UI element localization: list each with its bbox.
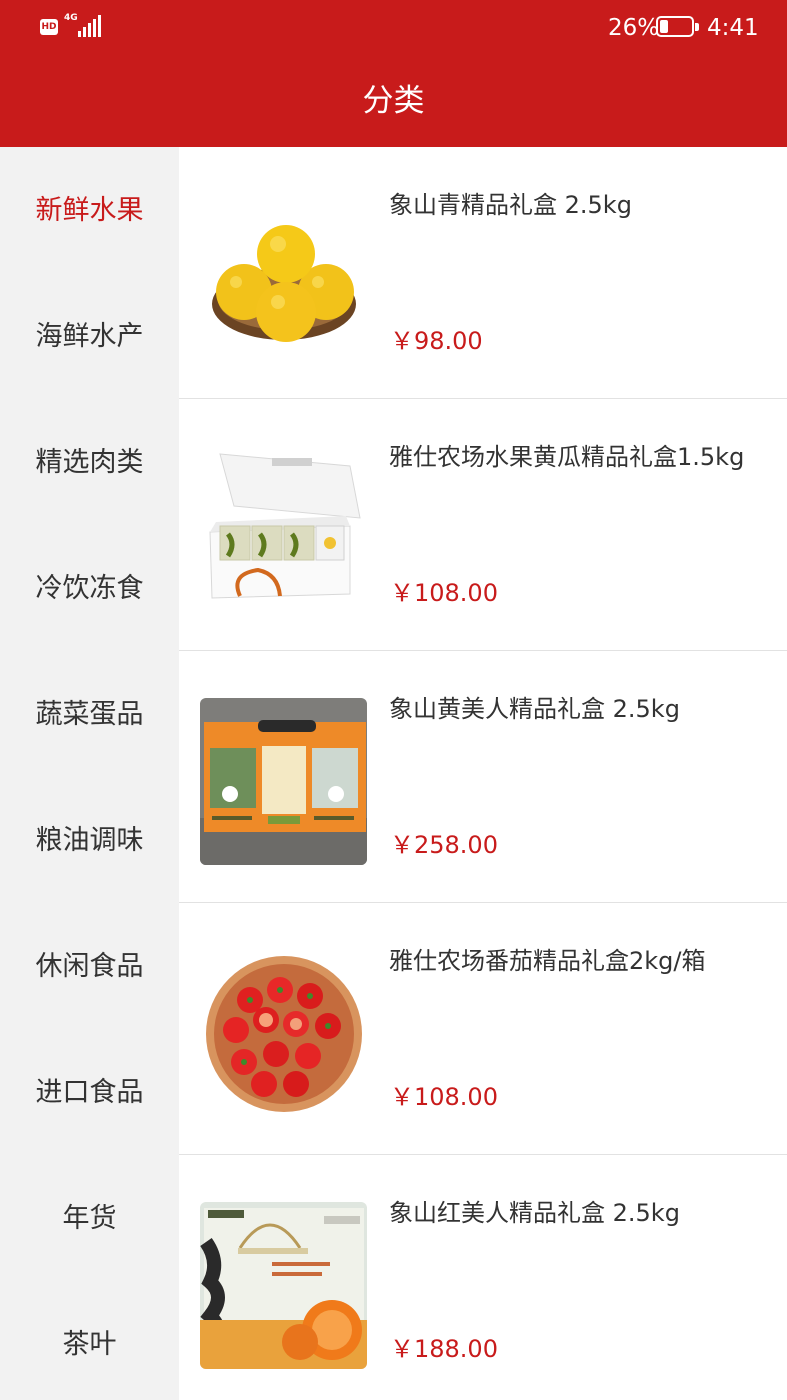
product-card[interactable]: 象山青精品礼盒 2.5kg ￥98.00 (179, 147, 787, 399)
category-item-imported[interactable]: 进口食品 (0, 1029, 179, 1155)
category-item-new-year-goods[interactable]: 年货 (0, 1155, 179, 1281)
product-name: 象山红美人精品礼盒 2.5kg (389, 1199, 680, 1227)
product-image-red-beauty-gift-box (200, 1202, 367, 1369)
app-header: HD 4G 26% 4:41 分类 (0, 0, 787, 147)
product-card[interactable]: 象山黄美人精品礼盒 2.5kg ￥258.00 (179, 651, 787, 903)
product-name: 象山青精品礼盒 2.5kg (389, 191, 632, 219)
product-price: ￥98.00 (390, 327, 483, 355)
product-price: ￥108.00 (390, 1083, 498, 1111)
battery-icon (656, 16, 699, 37)
clock: 4:41 (707, 15, 759, 41)
product-card[interactable]: 象山红美人精品礼盒 2.5kg ￥188.00 (179, 1155, 787, 1400)
product-price: ￥108.00 (390, 579, 498, 607)
product-card[interactable]: 雅仕农场番茄精品礼盒2kg/箱 ￥108.00 (179, 903, 787, 1155)
category-item-fresh-fruit[interactable]: 新鲜水果 (0, 147, 179, 273)
product-image-yellow-citrus (200, 194, 367, 361)
product-list: 象山青精品礼盒 2.5kg ￥98.00 雅仕农场水果黄瓜精品礼盒1.5kg ￥… (179, 147, 787, 1400)
page-title: 分类 (362, 83, 425, 119)
category-item-grain-oil[interactable]: 粮油调味 (0, 777, 179, 903)
product-image-orange-gift-box (200, 698, 367, 865)
battery-percent: 26% (608, 15, 660, 41)
product-name: 雅仕农场番茄精品礼盒2kg/箱 (389, 947, 706, 975)
category-sidebar: 新鲜水果 海鲜水产 精选肉类 冷饮冻食 蔬菜蛋品 粮油调味 休闲食品 进口食品 … (0, 147, 179, 1400)
category-item-tea[interactable]: 茶叶 (0, 1281, 179, 1400)
signal-icon (78, 15, 102, 37)
status-bar: HD 4G 26% 4:41 (0, 0, 787, 56)
product-price: ￥188.00 (390, 1335, 498, 1363)
product-image-white-gift-box (200, 446, 367, 613)
category-item-vegetables-eggs[interactable]: 蔬菜蛋品 (0, 651, 179, 777)
product-image-cherry-tomato-bowl (200, 950, 367, 1117)
hd-icon: HD (40, 19, 58, 35)
category-item-meat[interactable]: 精选肉类 (0, 399, 179, 525)
product-card[interactable]: 雅仕农场水果黄瓜精品礼盒1.5kg ￥108.00 (179, 399, 787, 651)
category-item-seafood[interactable]: 海鲜水产 (0, 273, 179, 399)
category-item-snacks[interactable]: 休闲食品 (0, 903, 179, 1029)
product-name: 雅仕农场水果黄瓜精品礼盒1.5kg (389, 443, 745, 471)
category-item-frozen[interactable]: 冷饮冻食 (0, 525, 179, 651)
product-name: 象山黄美人精品礼盒 2.5kg (389, 695, 680, 723)
network-type-label: 4G (64, 13, 78, 23)
product-price: ￥258.00 (390, 831, 498, 859)
